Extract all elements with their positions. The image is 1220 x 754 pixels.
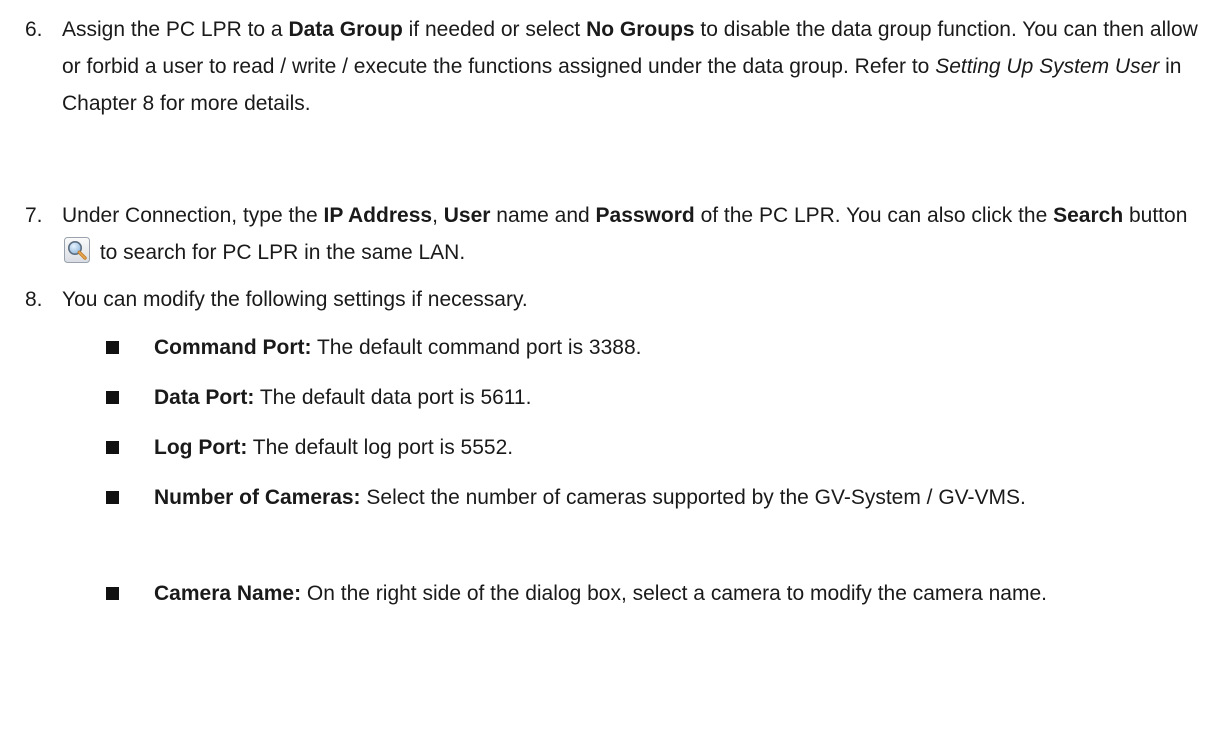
setting-label: Log Port: (154, 436, 248, 459)
no-groups-term: No Groups (586, 18, 695, 41)
list-item-camera-name: Camera Name: On the right side of the di… (106, 575, 1154, 612)
step-8: 8. You can modify the following settings… (25, 281, 1202, 318)
setting-label: Number of Cameras: (154, 486, 361, 509)
list-item-number-of-cameras: Number of Cameras: Select the number of … (106, 479, 1206, 516)
setting-description: The default command port is 3388. (311, 336, 642, 359)
document-page: 6. Assign the PC LPR to a Data Group if … (0, 0, 1220, 754)
setting-label: Camera Name: (154, 582, 302, 605)
data-group-term: Data Group (288, 18, 403, 41)
step-text: Under Connection, type the IP Address, U… (62, 204, 1188, 264)
bullet-square-icon (106, 391, 119, 404)
step-text: Assign the PC LPR to a Data Group if nee… (62, 18, 1198, 115)
list-item-data-port: Data Port: The default data port is 5611… (106, 379, 1206, 416)
bullet-square-icon (106, 341, 119, 354)
step-6: 6. Assign the PC LPR to a Data Group if … (25, 11, 1202, 122)
setting-description: The default data port is 5611. (254, 386, 532, 409)
bullet-square-icon (106, 587, 119, 600)
setting-description: On the right side of the dialog box, sel… (301, 582, 1047, 605)
setting-description: The default log port is 5552. (247, 436, 514, 459)
search-magnifier-icon (64, 237, 90, 263)
setting-label: Data Port: (154, 386, 255, 409)
list-item-log-port: Log Port: The default log port is 5552. (106, 429, 1206, 466)
password-term: Password (595, 204, 695, 227)
bullet-square-icon (106, 491, 119, 504)
user-term: User (443, 204, 491, 227)
setting-description: Select the number of cameras supported b… (360, 486, 1026, 509)
step-number: 6. (25, 18, 43, 41)
bullet-square-icon (106, 441, 119, 454)
search-term: Search (1053, 204, 1124, 227)
step-number: 7. (25, 204, 43, 227)
step-number: 8. (25, 288, 43, 311)
list-item-command-port: Command Port: The default command port i… (106, 329, 1206, 366)
step-text: You can modify the following settings if… (62, 288, 528, 311)
step-7: 7. Under Connection, type the IP Address… (25, 197, 1202, 271)
ip-address-term: IP Address (323, 204, 433, 227)
setting-label: Command Port: (154, 336, 312, 359)
reference-title: Setting Up System User (935, 55, 1160, 78)
